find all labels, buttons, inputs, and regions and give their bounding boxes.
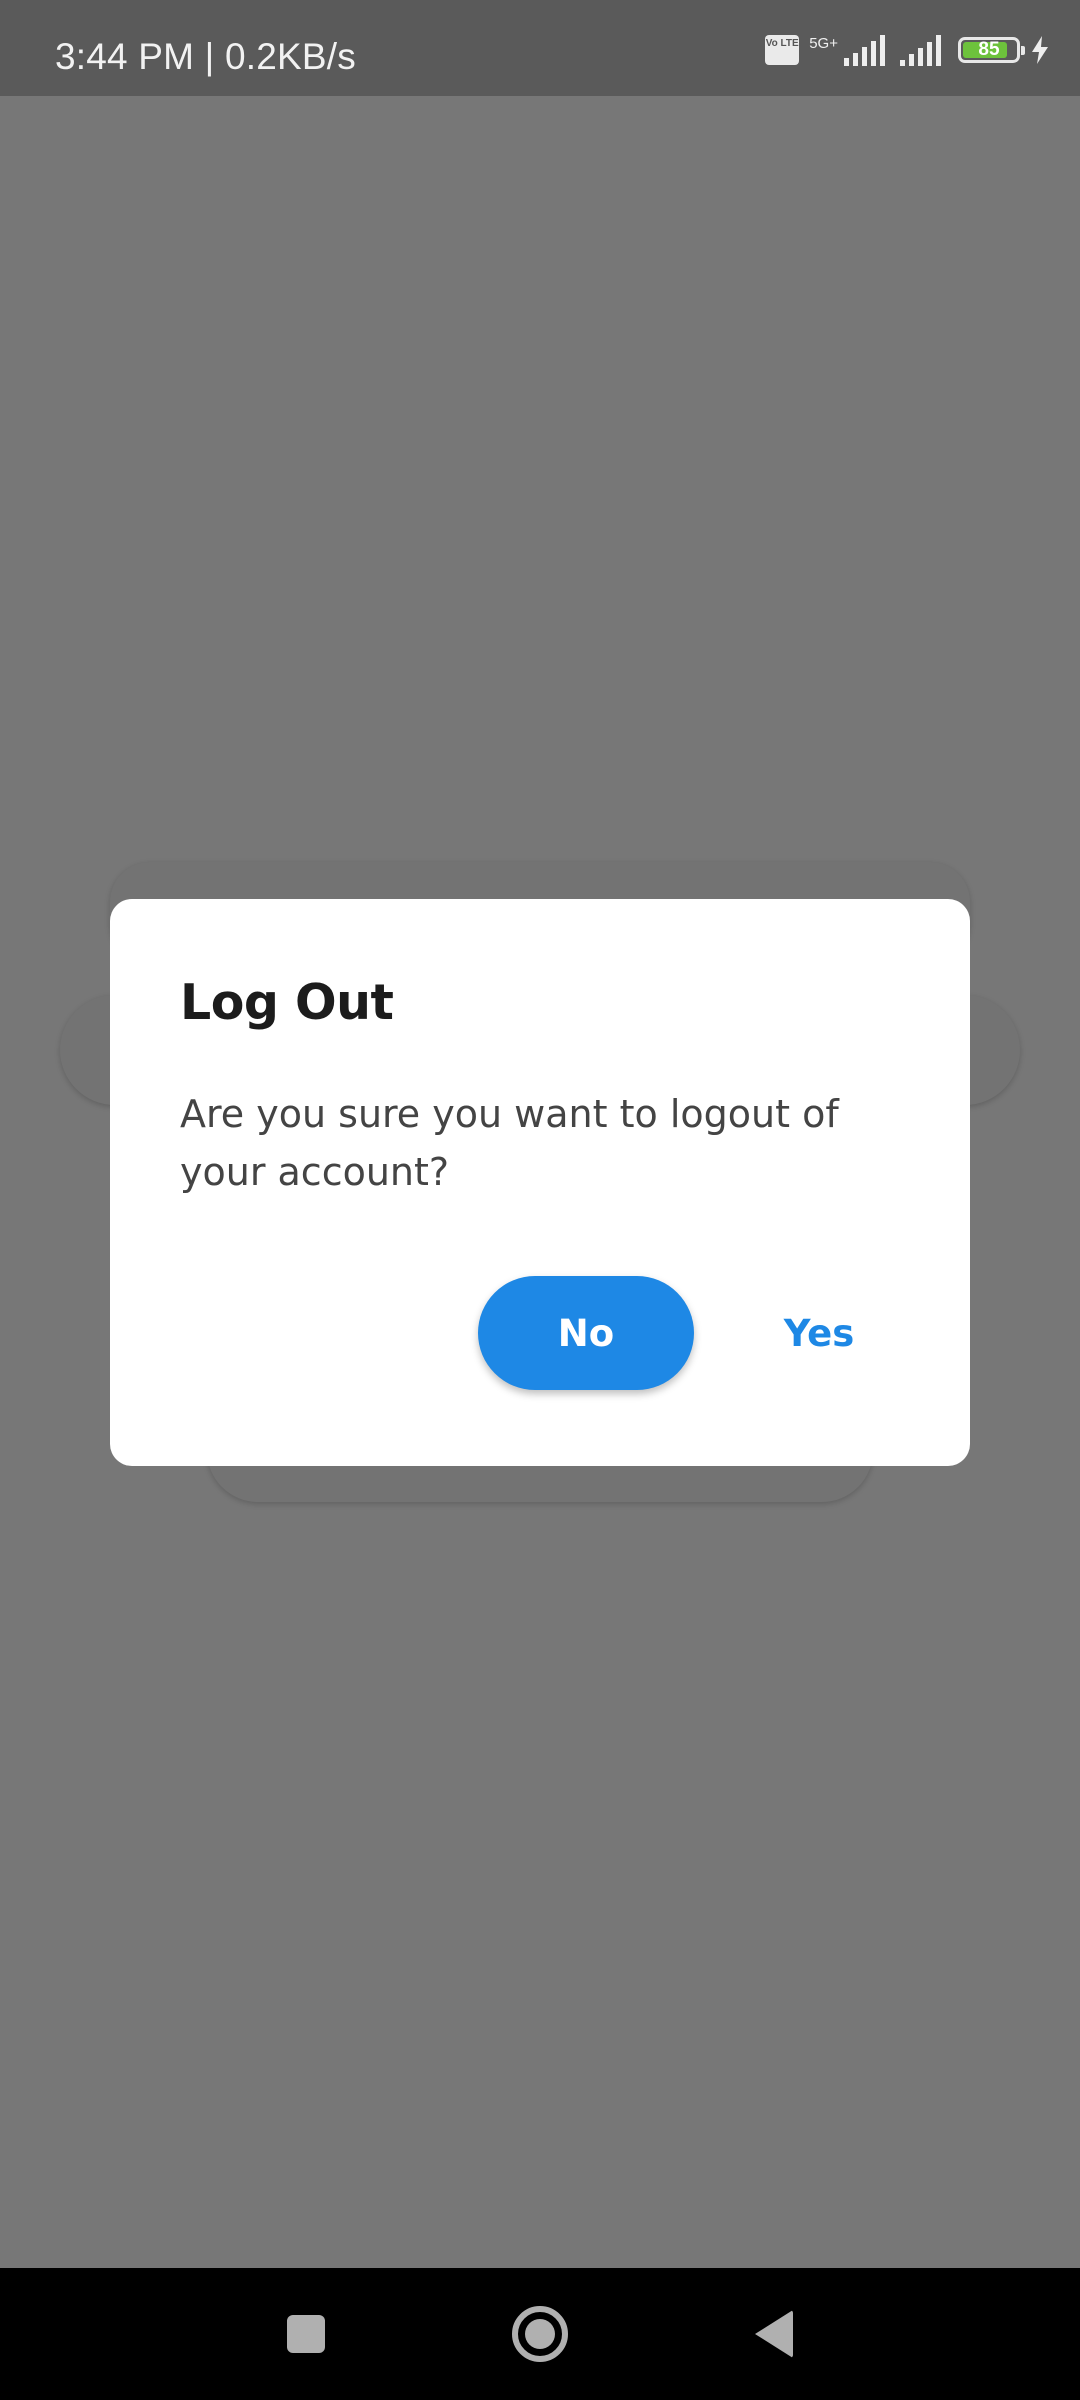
signal-icon xyxy=(844,35,885,66)
status-time-speed: 3:44 PM | 0.2KB/s xyxy=(55,36,356,77)
navigation-bar xyxy=(0,2268,1080,2400)
home-icon xyxy=(512,2306,568,2362)
battery-level: 85 xyxy=(978,39,1000,60)
yes-button[interactable]: Yes xyxy=(752,1276,886,1390)
recents-button[interactable] xyxy=(246,2268,366,2400)
no-button[interactable]: No xyxy=(478,1276,694,1390)
status-icons: Vo LTE 5G+ 85 xyxy=(765,30,1050,70)
dialog-message: Are you sure you want to logout of your … xyxy=(180,1092,839,1194)
battery-icon: 85 xyxy=(958,37,1025,63)
back-button[interactable] xyxy=(714,2268,834,2400)
dialog-title: Log Out xyxy=(180,974,394,1031)
recents-icon xyxy=(287,2315,325,2353)
network-type-label: 5G+ xyxy=(809,34,838,52)
back-icon xyxy=(755,2310,793,2358)
volte-icon: Vo LTE xyxy=(765,35,800,65)
charging-icon xyxy=(1032,36,1048,64)
status-bar: 3:44 PM | 0.2KB/s Vo LTE 5G+ 85 xyxy=(0,0,1080,96)
logout-dialog: Log Out Are you sure you want to logout … xyxy=(110,899,970,1466)
home-button[interactable] xyxy=(480,2268,600,2400)
signal-icon-sim2 xyxy=(900,35,941,66)
